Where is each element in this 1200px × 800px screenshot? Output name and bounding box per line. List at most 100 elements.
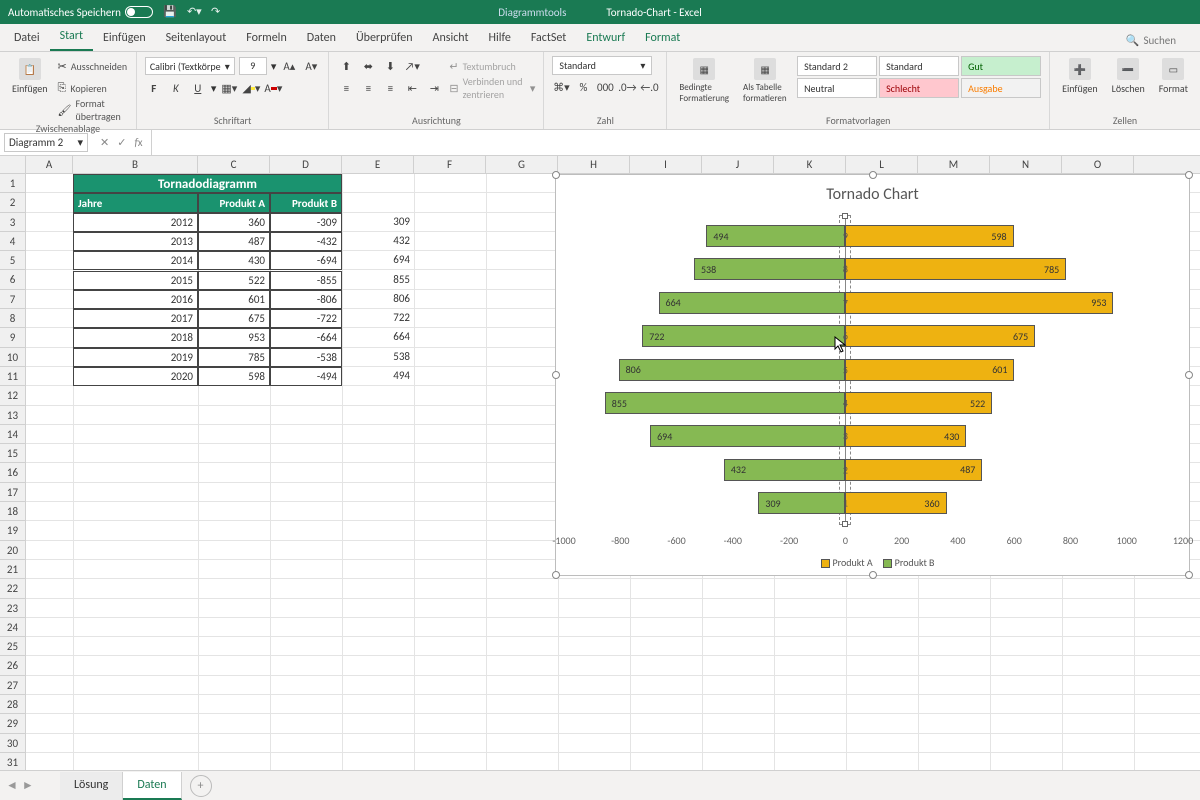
table-cell[interactable]: 430 bbox=[198, 251, 270, 270]
bar-produkt-a[interactable]: 675 bbox=[845, 325, 1035, 347]
inc-decimal-icon[interactable]: .0→ bbox=[618, 78, 636, 96]
bar-produkt-a[interactable]: 360 bbox=[845, 492, 946, 514]
col-header[interactable]: O bbox=[1062, 156, 1134, 173]
selection-handle[interactable] bbox=[869, 171, 877, 179]
insert-cells-button[interactable]: ➕Einfügen bbox=[1058, 56, 1102, 97]
table-header[interactable]: Produkt A bbox=[198, 193, 270, 212]
fill-color-button[interactable]: ◢▾ bbox=[242, 79, 260, 97]
paste-button[interactable]: 📋Einfügen bbox=[8, 56, 52, 97]
chart-title[interactable]: Tornado Chart bbox=[556, 185, 1189, 204]
selection-handle[interactable] bbox=[552, 571, 560, 579]
table-cell[interactable]: -722 bbox=[270, 309, 342, 328]
save-icon[interactable]: 💾 bbox=[163, 5, 177, 19]
bar-produkt-a[interactable]: 785 bbox=[845, 258, 1066, 280]
table-cell[interactable]: -855 bbox=[270, 271, 342, 290]
font-size-select[interactable]: 9 bbox=[239, 57, 267, 75]
bar-produkt-a[interactable]: 953 bbox=[845, 292, 1113, 314]
tab-formeln[interactable]: Formeln bbox=[236, 25, 296, 51]
row-header[interactable]: 4 bbox=[0, 232, 25, 251]
col-header[interactable]: K bbox=[774, 156, 846, 173]
name-box[interactable]: Diagramm 2▾ bbox=[4, 133, 88, 152]
row-header[interactable]: 16 bbox=[0, 463, 25, 482]
copy-button[interactable]: ⎘Kopieren bbox=[58, 78, 128, 98]
col-header[interactable]: A bbox=[26, 156, 73, 173]
tab-daten[interactable]: Daten bbox=[297, 25, 346, 51]
col-header[interactable]: G bbox=[486, 156, 558, 173]
row-header[interactable]: 11 bbox=[0, 367, 25, 386]
bar-produkt-b[interactable]: 694 bbox=[650, 425, 845, 447]
font-family-select[interactable]: Calibri (Textkörpe▾ bbox=[145, 57, 235, 75]
row-header[interactable]: 5 bbox=[0, 251, 25, 270]
search-input[interactable]: Suchen bbox=[1122, 30, 1180, 51]
row-header[interactable]: 6 bbox=[0, 270, 25, 289]
tab-datei[interactable]: Datei bbox=[4, 25, 50, 51]
bar-produkt-b[interactable]: 855 bbox=[605, 392, 846, 414]
col-header[interactable]: H bbox=[558, 156, 630, 173]
font-color-button[interactable]: A▾ bbox=[264, 79, 282, 97]
table-cell[interactable]: -694 bbox=[270, 251, 342, 270]
selection-handle[interactable] bbox=[1185, 571, 1193, 579]
table-cell[interactable]: -432 bbox=[270, 232, 342, 251]
underline-button[interactable]: U bbox=[189, 79, 207, 97]
indent-inc-icon[interactable]: ⇥ bbox=[425, 79, 443, 97]
col-header[interactable]: L bbox=[846, 156, 918, 173]
selection-handle[interactable] bbox=[552, 371, 560, 379]
style-cell[interactable]: Schlecht bbox=[879, 78, 959, 98]
table-cell[interactable]: 360 bbox=[198, 213, 270, 232]
row-header[interactable]: 23 bbox=[0, 599, 25, 618]
table-cell[interactable]: 487 bbox=[198, 232, 270, 251]
bar-produkt-b[interactable]: 664 bbox=[659, 292, 846, 314]
table-cell[interactable]: 2016 bbox=[73, 290, 198, 309]
row-header[interactable]: 1 bbox=[0, 174, 25, 193]
table-cell[interactable]: 601 bbox=[198, 290, 270, 309]
row-header[interactable]: 14 bbox=[0, 425, 25, 444]
table-cell[interactable]: -494 bbox=[270, 367, 342, 386]
orientation-icon[interactable]: ↗▾ bbox=[403, 57, 421, 75]
row-header[interactable]: 19 bbox=[0, 521, 25, 540]
table-cell[interactable]: 2018 bbox=[73, 328, 198, 347]
dec-decimal-icon[interactable]: ←.0 bbox=[640, 78, 658, 96]
selection-handle[interactable] bbox=[552, 171, 560, 179]
row-header[interactable]: 22 bbox=[0, 579, 25, 598]
comma-icon[interactable]: 000 bbox=[596, 78, 614, 96]
align-right-icon[interactable]: ≡ bbox=[381, 79, 399, 97]
row-header[interactable]: 8 bbox=[0, 309, 25, 328]
row-header[interactable]: 2 bbox=[0, 193, 25, 212]
row-header[interactable]: 26 bbox=[0, 656, 25, 675]
row-header[interactable]: 9 bbox=[0, 328, 25, 347]
row-header[interactable]: 21 bbox=[0, 560, 25, 579]
cell[interactable]: 806 bbox=[342, 290, 414, 309]
number-format-select[interactable]: Standard▾ bbox=[552, 56, 652, 75]
bar-produkt-a[interactable]: 598 bbox=[845, 225, 1013, 247]
chart-object[interactable]: Tornado Chart494598953878586649537722675… bbox=[555, 174, 1190, 576]
col-header[interactable]: M bbox=[918, 156, 990, 173]
tab-einfügen[interactable]: Einfügen bbox=[93, 25, 156, 51]
prev-sheet-icon[interactable]: ◄ bbox=[6, 778, 18, 793]
cell[interactable]: 694 bbox=[342, 251, 414, 270]
col-header[interactable]: C bbox=[198, 156, 270, 173]
style-cell[interactable]: Standard 2 bbox=[797, 56, 877, 76]
align-bottom-icon[interactable]: ⬇ bbox=[381, 57, 399, 75]
cut-button[interactable]: ✂Ausschneiden bbox=[58, 56, 128, 76]
bar-produkt-b[interactable]: 494 bbox=[706, 225, 845, 247]
col-header[interactable]: F bbox=[414, 156, 486, 173]
row-header[interactable]: 17 bbox=[0, 483, 25, 502]
style-cell[interactable]: Standard bbox=[879, 56, 959, 76]
col-header[interactable]: B bbox=[73, 156, 198, 173]
increase-font-icon[interactable]: A▴ bbox=[280, 57, 298, 75]
row-header[interactable]: 29 bbox=[0, 714, 25, 733]
cell-styles-gallery[interactable]: Standard 2StandardGutNeutralSchlechtAusg… bbox=[797, 56, 1041, 98]
align-middle-icon[interactable]: ⬌ bbox=[359, 57, 377, 75]
tab-factset[interactable]: FactSet bbox=[521, 25, 576, 51]
tab-hilfe[interactable]: Hilfe bbox=[479, 25, 521, 51]
style-cell[interactable]: Ausgabe bbox=[961, 78, 1041, 98]
style-cell[interactable]: Gut bbox=[961, 56, 1041, 76]
row-header[interactable]: 15 bbox=[0, 444, 25, 463]
cell[interactable]: 309 bbox=[342, 213, 414, 232]
bar-produkt-b[interactable]: 538 bbox=[694, 258, 845, 280]
bar-produkt-a[interactable]: 430 bbox=[845, 425, 966, 447]
table-cell[interactable]: 2019 bbox=[73, 348, 198, 367]
formula-input[interactable] bbox=[151, 130, 1200, 155]
selection-handle[interactable] bbox=[1185, 371, 1193, 379]
bar-produkt-b[interactable]: 432 bbox=[724, 459, 846, 481]
